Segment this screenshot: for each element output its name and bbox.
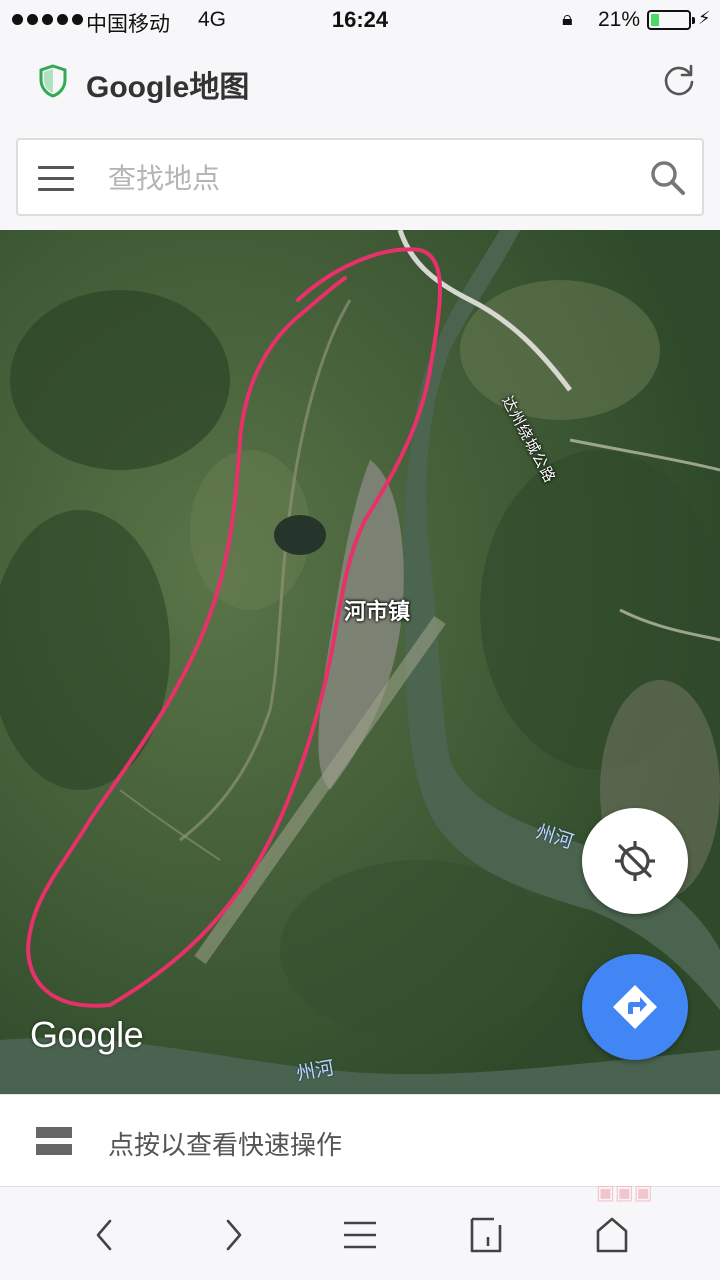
orientation-lock-icon: 🔒︎ xyxy=(562,8,573,30)
search-bar xyxy=(16,138,704,216)
charging-icon: ⚡︎ xyxy=(698,8,711,28)
directions-button[interactable] xyxy=(582,954,688,1060)
satellite-map[interactable]: 河市镇 达州绕城公路 州河 州河 Google xyxy=(0,230,720,1094)
forward-icon[interactable] xyxy=(210,1213,254,1257)
town-label: 河市镇 xyxy=(344,600,411,625)
my-location-button[interactable] xyxy=(582,808,688,914)
quick-actions-bar[interactable]: 点按以查看快速操作 xyxy=(0,1094,720,1186)
back-icon[interactable] xyxy=(84,1213,128,1257)
home-icon[interactable] xyxy=(590,1213,634,1257)
directions-icon xyxy=(613,985,657,1029)
layers-icon xyxy=(36,1127,72,1155)
page-title: Google地图 xyxy=(86,71,250,104)
battery-percent: 21% xyxy=(598,8,641,31)
menu-icon[interactable] xyxy=(38,166,74,192)
search-icon[interactable] xyxy=(648,158,688,198)
battery-icon xyxy=(647,10,695,30)
shield-icon xyxy=(39,64,67,98)
search-input[interactable] xyxy=(108,156,608,200)
location-off-icon xyxy=(615,841,655,881)
quick-actions-label: 点按以查看快速操作 xyxy=(108,1131,343,1161)
menu-lines-icon[interactable] xyxy=(338,1213,382,1257)
tabs-icon[interactable] xyxy=(464,1213,508,1257)
reload-icon[interactable] xyxy=(660,62,698,100)
status-bar: 中国移动 4G 16:24 🔒︎ 21% ⚡︎ xyxy=(0,0,720,40)
watermark-logo: ▣▣▣ xyxy=(596,1180,653,1204)
app-header: Google地图 xyxy=(0,40,720,124)
google-logo: Google xyxy=(30,1014,144,1055)
